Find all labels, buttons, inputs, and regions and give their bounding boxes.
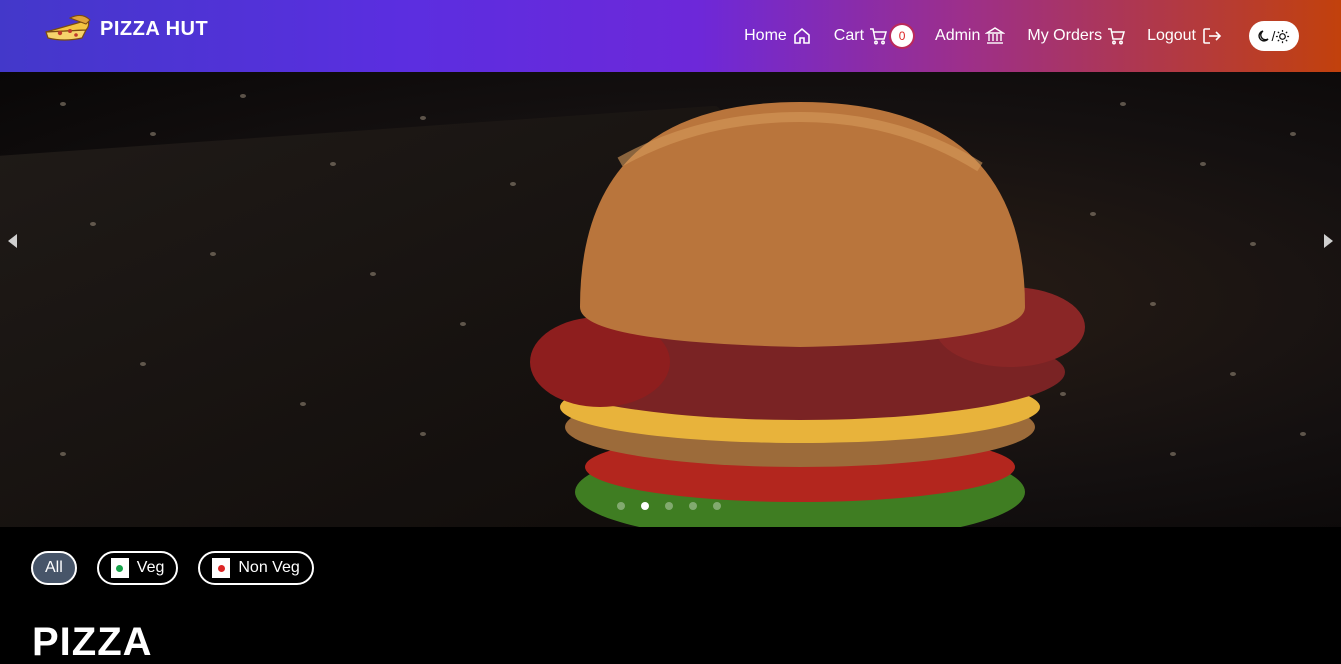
cart-icon	[870, 28, 888, 45]
home-icon	[793, 27, 810, 44]
filter-veg-button[interactable]: Veg	[96, 551, 179, 585]
nav-admin-label: Admin	[935, 27, 981, 44]
moon-icon	[1257, 30, 1269, 42]
hero-carousel	[0, 72, 1341, 527]
filter-all-button[interactable]: All	[31, 551, 77, 585]
bank-icon	[985, 27, 1006, 44]
carousel-dot[interactable]	[689, 502, 697, 510]
section-title: PIZZA	[32, 620, 153, 664]
filter-nonveg-button[interactable]: Non Veg	[198, 551, 314, 585]
brand-name: PIZZA HUT	[100, 17, 209, 40]
nav-home-label: Home	[744, 27, 787, 44]
filter-veg-label: Veg	[136, 559, 165, 576]
nav-logout[interactable]: Logout	[1147, 26, 1223, 46]
carousel-prev-button[interactable]	[8, 234, 17, 248]
nav-home[interactable]: Home	[744, 26, 812, 46]
sun-icon	[1276, 29, 1290, 43]
carousel-next-button[interactable]	[1324, 234, 1333, 248]
nav-orders-label: My Orders	[1027, 27, 1103, 44]
cart-icon	[1108, 28, 1126, 45]
nav-links: Home Cart 0 Admin My Orders Logout /	[722, 0, 1299, 72]
pizza-slice-icon	[45, 14, 91, 41]
nav-cart[interactable]: Cart 0	[833, 25, 914, 47]
navbar: PIZZA HUT Home Cart 0 Admin My Orders Lo…	[0, 0, 1341, 72]
logout-icon	[1203, 28, 1222, 44]
carousel-dot-active[interactable]	[641, 502, 649, 510]
nav-logout-label: Logout	[1147, 27, 1196, 44]
cart-count-badge: 0	[891, 25, 914, 47]
category-filters: All Veg Non Veg	[31, 551, 334, 585]
nonveg-indicator-icon	[212, 558, 231, 578]
filter-nonveg-label: Non Veg	[238, 559, 300, 576]
filter-all-label: All	[45, 559, 63, 576]
brand[interactable]: PIZZA HUT	[42, 12, 208, 46]
carousel-dot[interactable]	[713, 502, 721, 510]
carousel-dot[interactable]	[665, 502, 673, 510]
nav-cart-label: Cart	[833, 27, 865, 44]
nav-my-orders[interactable]: My Orders	[1027, 27, 1126, 45]
veg-indicator-icon	[110, 558, 129, 578]
burger-image	[530, 102, 1085, 527]
nav-admin[interactable]: Admin	[935, 26, 1006, 46]
theme-toggle-button[interactable]: /	[1249, 21, 1299, 51]
carousel-dot[interactable]	[617, 502, 625, 510]
carousel-indicators	[617, 502, 737, 510]
